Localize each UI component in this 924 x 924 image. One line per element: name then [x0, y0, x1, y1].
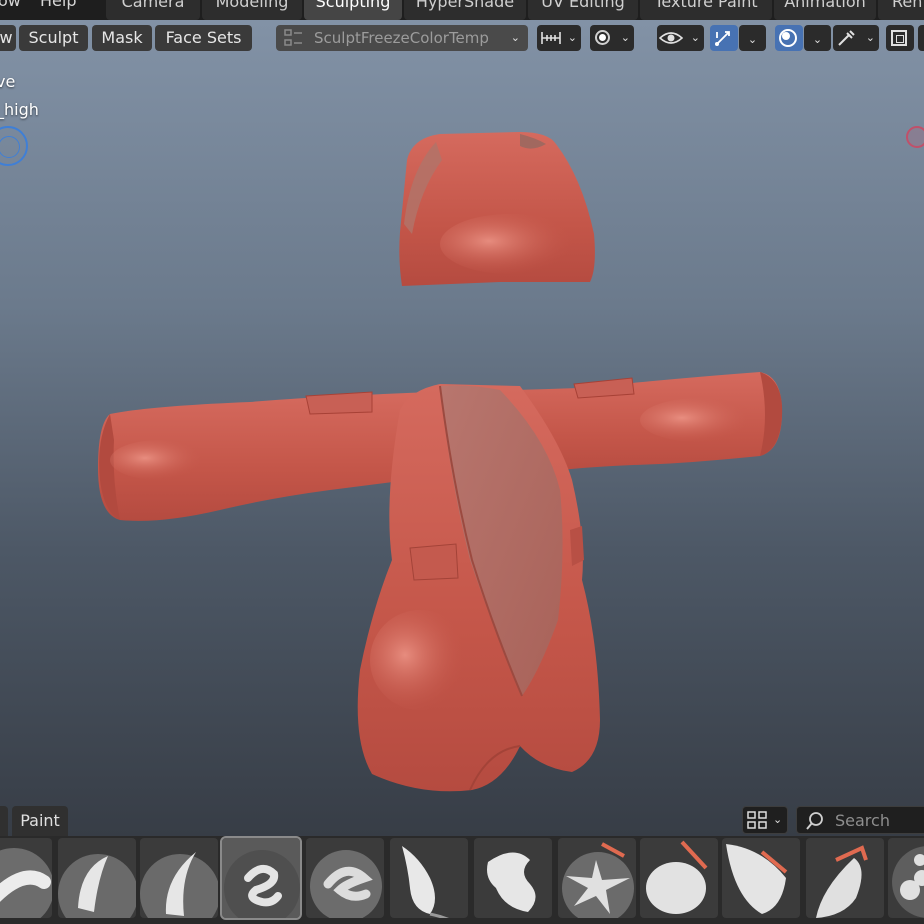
grid-icon: [747, 811, 767, 829]
search-placeholder: Search: [835, 811, 890, 830]
brush-tile[interactable]: [888, 838, 924, 918]
layer-brush-icon: [310, 850, 382, 918]
brush-tile[interactable]: [722, 838, 800, 918]
asset-shelf: [0, 836, 924, 924]
tab-hypershade[interactable]: HyperShade: [404, 0, 526, 20]
brush-tile[interactable]: [474, 838, 552, 918]
brush-tile[interactable]: [58, 838, 136, 918]
crease-brush-icon: [562, 842, 634, 918]
blob-brush-icon: [487, 852, 536, 912]
brush-tile-selected[interactable]: [220, 836, 302, 920]
brush-tile[interactable]: [140, 838, 218, 918]
scrape-brush-icon: [816, 845, 868, 918]
sculpt-viewport[interactable]: w Sculpt Mask Face Sets SculptFreezeColo…: [0, 20, 924, 836]
tab-texture-paint[interactable]: Texture Paint: [640, 0, 772, 20]
menu-item-window[interactable]: ow: [0, 0, 21, 10]
brush-tile[interactable]: [806, 838, 884, 918]
tab-sculpting[interactable]: Sculpting: [304, 0, 402, 20]
clay-strips-brush-icon: [224, 850, 300, 918]
flatten-brush-icon: [646, 840, 708, 914]
display-settings-button[interactable]: ⌄: [742, 806, 788, 834]
brush-tile[interactable]: [306, 838, 384, 918]
brush-tile[interactable]: [0, 838, 52, 918]
top-bar: ow Help Camera Modeling Sculpting HyperS…: [0, 0, 924, 20]
search-icon: [806, 812, 823, 830]
sculpt-mesh: [98, 132, 783, 792]
tab-paint[interactable]: Paint: [12, 806, 68, 836]
draw-brush-icon: [0, 848, 52, 918]
chevron-down-icon: ⌄: [773, 813, 783, 826]
multires-brush-icon: [892, 846, 924, 918]
tab-rendering[interactable]: Ren: [878, 0, 924, 20]
asset-search-input[interactable]: Search: [796, 806, 924, 834]
brush-tile[interactable]: [558, 838, 636, 918]
fill-brush-icon: [726, 844, 788, 914]
brush-tile[interactable]: [640, 838, 718, 918]
tab-animation[interactable]: Animation: [774, 0, 876, 20]
menu-item-help[interactable]: Help: [40, 0, 76, 10]
tab-modeling[interactable]: Modeling: [202, 0, 302, 20]
tab-camera[interactable]: Camera: [106, 0, 200, 20]
draw-sharp-brush-icon: [140, 852, 218, 918]
inflate-brush-icon: [402, 846, 449, 918]
tab-uv-editing[interactable]: UV Editing: [528, 0, 638, 20]
brush-tile[interactable]: [390, 838, 468, 918]
smooth-brush-icon: [58, 854, 136, 918]
shelf-left-tab[interactable]: [0, 806, 8, 836]
